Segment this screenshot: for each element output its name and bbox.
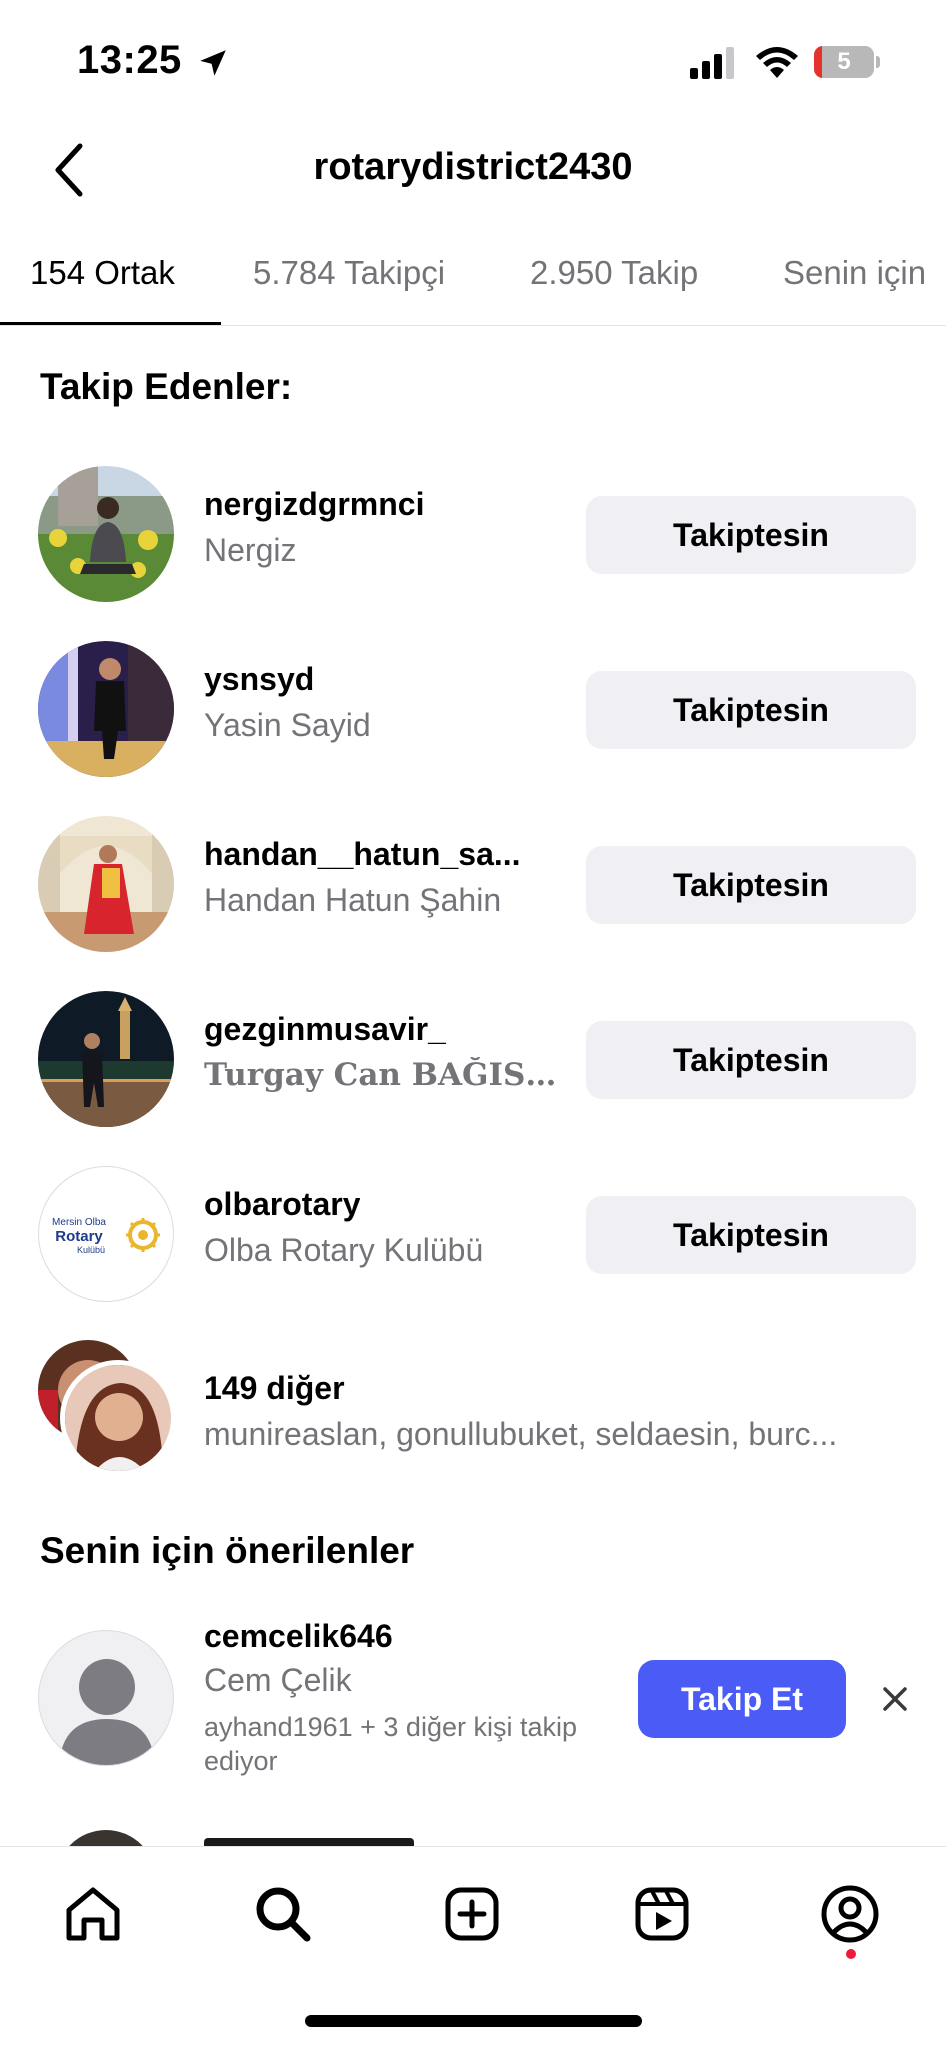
following-button[interactable]: Takiptesin — [586, 671, 916, 749]
next-suggestion-partial — [0, 1826, 946, 1848]
user-row[interactable]: Mersin Olba Rotary Kulübü olbarotary Olb… — [0, 1158, 946, 1308]
cellular-signal-icon — [690, 47, 734, 79]
user-row[interactable]: nergizdgrmnci Nergiz Takiptesin — [0, 458, 946, 608]
default-avatar-icon[interactable] — [38, 1630, 174, 1766]
create-post-icon — [445, 1887, 499, 1941]
follow-button[interactable]: Takip Et — [638, 1660, 846, 1738]
display-name: Nergiz — [204, 532, 297, 568]
avatar-logo-line2: Rotary — [55, 1228, 103, 1245]
nav-reels[interactable] — [627, 1879, 697, 1949]
user-row[interactable]: handan__hatun_sa... Handan Hatun Şahin T… — [0, 808, 946, 958]
display-name: Turgay Can BAĞISL... — [204, 1057, 560, 1093]
more-followers-count[interactable]: 149 diğer — [204, 1370, 345, 1407]
user-row[interactable]: gezginmusavir_ Turgay Can BAĞISL... Taki… — [0, 983, 946, 1133]
tab-mutual[interactable]: 154 Ortak — [30, 254, 175, 292]
avatar[interactable] — [38, 466, 174, 602]
header: rotarydistrict2430 — [0, 120, 946, 220]
nav-home[interactable] — [58, 1879, 128, 1949]
notification-dot — [846, 1949, 856, 1959]
tab-following[interactable]: 2.950 Takip — [530, 254, 698, 292]
home-indicator[interactable] — [305, 2015, 642, 2027]
page-title: rotarydistrict2430 — [313, 146, 633, 188]
stacked-avatars — [38, 1340, 178, 1480]
nav-create[interactable] — [437, 1879, 507, 1949]
dismiss-suggestion-button[interactable] — [872, 1676, 918, 1722]
nav-search[interactable] — [248, 1879, 318, 1949]
battery-icon: 5 — [814, 46, 880, 78]
tab-followers[interactable]: 5.784 Takipçi — [253, 254, 445, 292]
avatar — [60, 1360, 176, 1476]
status-time: 13:25 — [77, 38, 182, 82]
avatar-logo-line1: Mersin Olba — [52, 1217, 106, 1228]
nav-profile[interactable] — [815, 1879, 885, 1949]
display-name: Cem Çelik — [204, 1662, 352, 1698]
bottom-nav — [0, 1846, 946, 2048]
reels-icon — [635, 1887, 689, 1941]
battery-level: 5 — [837, 48, 851, 75]
profile-icon — [821, 1885, 879, 1943]
user-row[interactable]: ysnsyd Yasin Sayid Takiptesin — [0, 633, 946, 783]
tab-bar: 154 Ortak 5.784 Takipçi 2.950 Takip Seni… — [0, 236, 946, 326]
username[interactable]: ysnsyd — [204, 661, 314, 698]
username[interactable]: olbarotary — [204, 1186, 360, 1223]
following-button[interactable]: Takiptesin — [586, 1021, 916, 1099]
home-icon — [66, 1887, 120, 1941]
display-name: Handan Hatun Şahin — [204, 882, 502, 918]
mutual-followers-note: ayhand1961 + 3 diğer kişi takip ediyor — [204, 1712, 578, 1776]
avatar[interactable] — [38, 816, 174, 952]
suggested-section-title: Senin için önerilenler — [40, 1530, 415, 1571]
wifi-icon — [756, 47, 798, 78]
username[interactable]: gezginmusavir_ — [204, 1011, 446, 1048]
more-followers-names: munireaslan, gonullubuket, seldaesin, bu… — [204, 1416, 838, 1452]
more-followers-row[interactable]: 149 diğer munireaslan, gonullubuket, sel… — [0, 1340, 946, 1490]
display-name: Yasin Sayid — [204, 707, 371, 743]
display-name: Olba Rotary Kulübü — [204, 1232, 484, 1268]
close-icon — [883, 1687, 907, 1711]
tab-for-you[interactable]: Senin için — [783, 254, 926, 292]
avatar-logo-line3: Kulübü — [77, 1245, 105, 1255]
suggested-user-row[interactable]: cemcelik646 Cem Çelik ayhand1961 + 3 diğ… — [0, 1612, 946, 1782]
search-icon — [256, 1887, 311, 1942]
username[interactable]: handan__hatun_sa... — [204, 836, 521, 873]
avatar[interactable]: Mersin Olba Rotary Kulübü — [38, 1166, 174, 1302]
following-button[interactable]: Takiptesin — [586, 1196, 916, 1274]
username[interactable]: nergizdgrmnci — [204, 486, 424, 523]
location-arrow-icon — [200, 50, 226, 76]
avatar[interactable] — [38, 641, 174, 777]
active-tab-indicator — [0, 322, 221, 325]
status-bar: 13:25 5 — [0, 0, 946, 120]
following-button[interactable]: Takiptesin — [586, 846, 916, 924]
avatar[interactable] — [38, 991, 174, 1127]
username[interactable]: cemcelik646 — [204, 1618, 393, 1655]
followers-section-title: Takip Edenler: — [40, 366, 293, 407]
following-button[interactable]: Takiptesin — [586, 496, 916, 574]
